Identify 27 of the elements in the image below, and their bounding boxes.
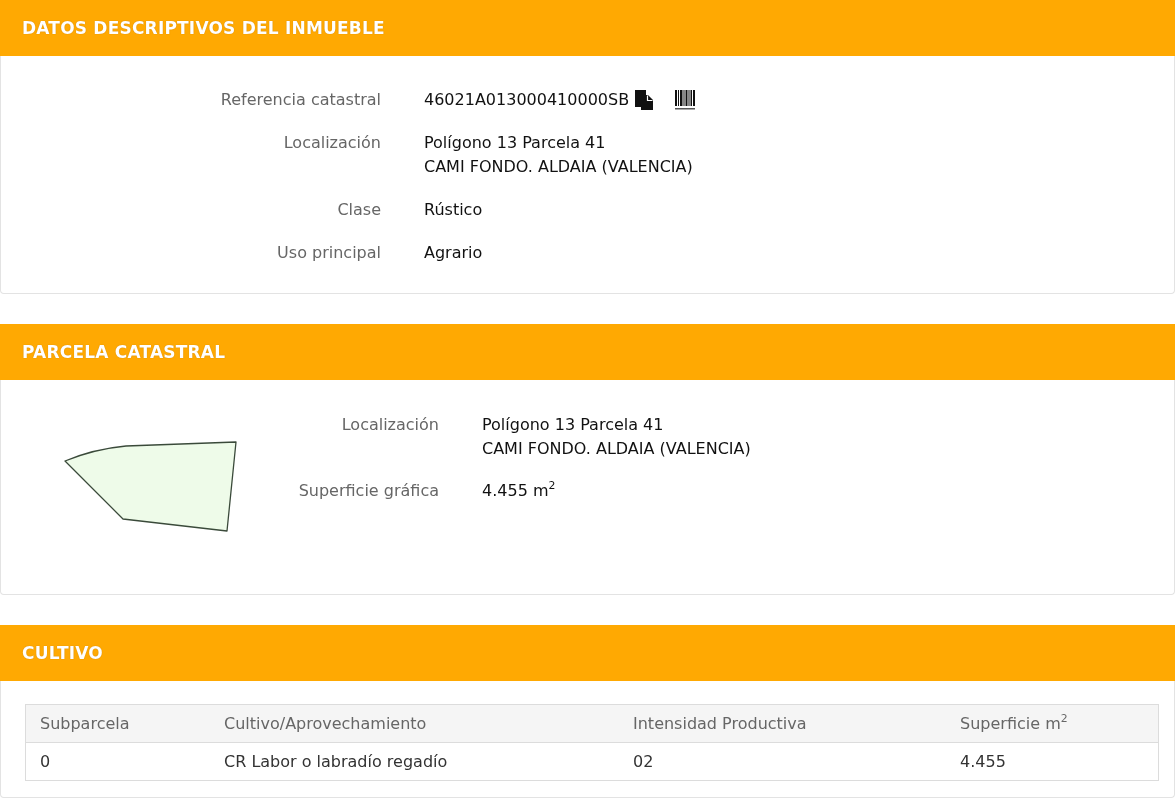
column-header: Cultivo/Aprovechamiento	[223, 714, 427, 733]
field-value: Rústico	[424, 199, 483, 221]
table-cell-text: 0	[39, 752, 51, 771]
column-header: Subparcela	[39, 714, 130, 733]
field-value: 4.455 m$^{2}$	[482, 479, 556, 502]
field-value: Polígono 13 Parcela 41	[424, 132, 606, 154]
field-label: Localización	[340, 414, 439, 436]
copy-icon[interactable]	[634, 89, 655, 111]
field-label: Superficie gráfica	[297, 480, 439, 502]
section-title: CULTIVO	[22, 643, 103, 663]
field-label: Localización	[282, 132, 381, 154]
field-label: Referencia catastral	[219, 89, 381, 111]
section-title: DATOS DESCRIPTIVOS DEL INMUEBLE	[22, 18, 385, 38]
reference-number: 46021A013000410000SB	[424, 89, 630, 111]
barcode-icon[interactable]	[675, 90, 696, 110]
field-value: CAMI FONDO. ALDAIA (VALENCIA)	[482, 438, 751, 460]
table-cell-text: 02	[632, 752, 654, 771]
section-title: PARCELA CATASTRAL	[22, 342, 226, 362]
column-header: Intensidad Productiva	[632, 714, 807, 733]
field-label: Uso principal	[276, 242, 381, 264]
field-label: Clase	[336, 199, 381, 221]
field-value: Agrario	[424, 242, 483, 264]
column-header: Superficie m$^{2}$	[959, 714, 1068, 733]
field-value: CAMI FONDO. ALDAIA (VALENCIA)	[424, 156, 693, 178]
table-cell-text: CR Labor o labradío regadío	[223, 752, 448, 771]
field-value: Polígono 13 Parcela 41	[482, 414, 664, 436]
table-cell-text: 4.455	[959, 752, 1006, 771]
